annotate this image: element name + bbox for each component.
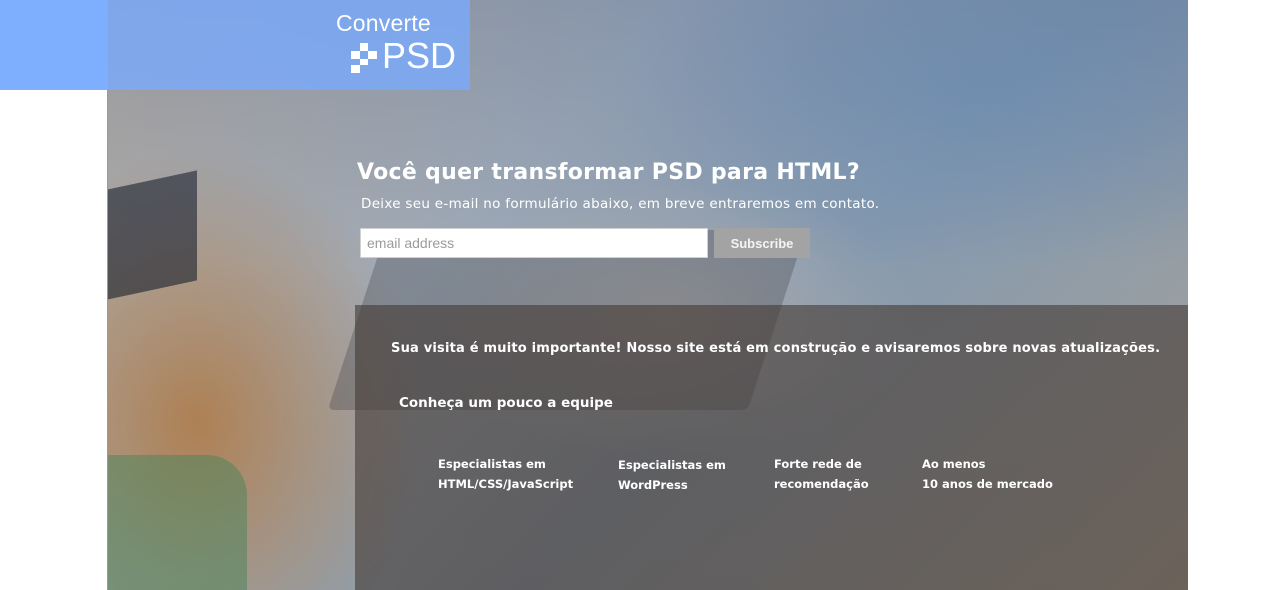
feature-line: WordPress: [618, 478, 688, 492]
feature-item: Ao menos 10 anos de mercado: [922, 454, 1053, 494]
feature-line: Forte rede de: [774, 457, 862, 471]
construction-notice: Sua visita é muito importante! Nosso sit…: [391, 341, 1161, 356]
info-panel: Sua visita é muito importante! Nosso sit…: [355, 305, 1188, 590]
feature-line: Especialistas em: [438, 457, 546, 471]
site-logo[interactable]: Converte PSD: [336, 10, 456, 80]
page-subheadline: Deixe seu e-mail no formulário abaixo, e…: [361, 196, 880, 212]
logo-text-converte: Converte: [336, 10, 431, 36]
feature-line: Especialistas em: [618, 458, 726, 472]
subscribe-button[interactable]: Subscribe: [714, 228, 810, 258]
logo-text-psd: PSD: [382, 35, 457, 76]
feature-line: recomendação: [774, 477, 869, 491]
feature-line: 10 anos de mercado: [922, 477, 1053, 491]
feature-item: Especialistas em HTML/CSS/JavaScript: [438, 454, 573, 494]
feature-item: Forte rede de recomendação: [774, 454, 869, 494]
feature-line: Ao menos: [922, 457, 986, 471]
feature-line: HTML/CSS/JavaScript: [438, 477, 574, 491]
logo-blocks-icon: [351, 43, 377, 73]
email-input[interactable]: [360, 228, 708, 258]
page-headline: Você quer transformar PSD para HTML?: [357, 160, 860, 185]
feature-item: Especialistas em WordPress: [618, 455, 726, 495]
team-section-title: Conheça um pouco a equipe: [399, 395, 613, 411]
